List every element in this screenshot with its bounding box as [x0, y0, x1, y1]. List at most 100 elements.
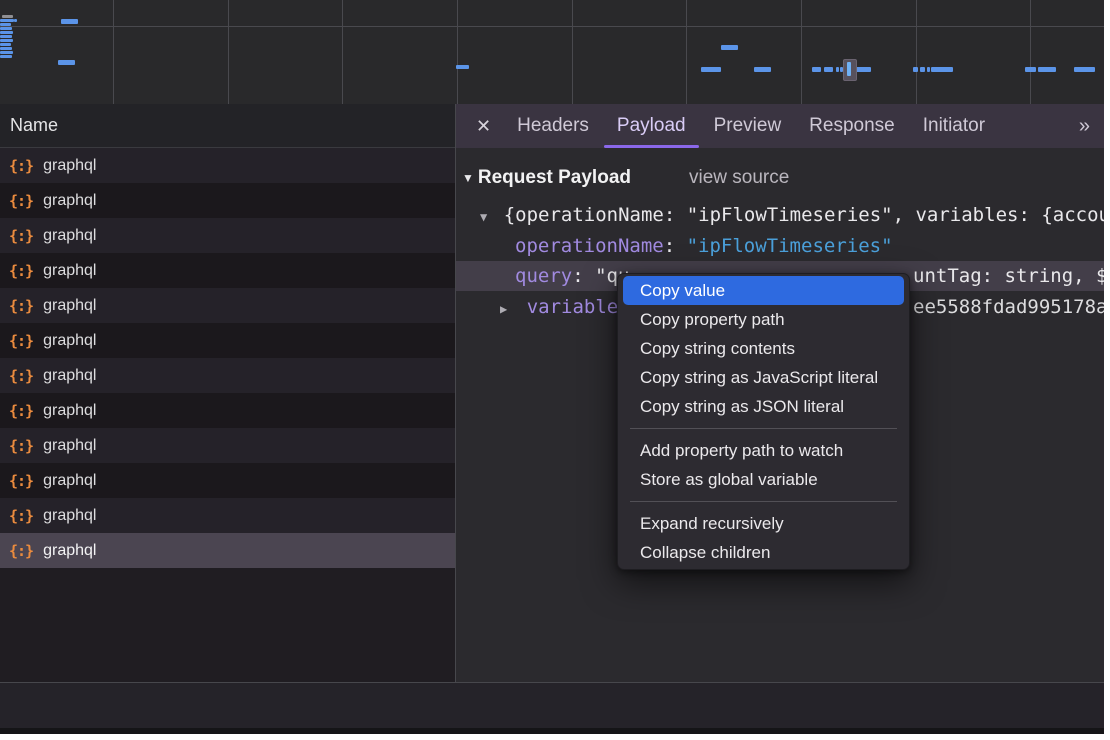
- json-file-icon: {:}: [9, 262, 33, 280]
- json-file-icon: {:}: [9, 507, 33, 525]
- menu-item-expand-recursively[interactable]: Expand recursively: [623, 509, 904, 538]
- timeline-gridline: [916, 0, 917, 104]
- menu-separator: [630, 501, 897, 502]
- menu-item-copy-js-literal[interactable]: Copy string as JavaScript literal: [623, 363, 904, 392]
- menu-item-copy-property-path[interactable]: Copy property path: [623, 305, 904, 334]
- timeline-gridline: [801, 0, 802, 104]
- waterfall-bar: [931, 67, 953, 72]
- menu-item-copy-value[interactable]: Copy value: [623, 276, 904, 305]
- json-file-icon: {:}: [9, 192, 33, 210]
- tab-payload[interactable]: Payload: [617, 104, 686, 148]
- waterfall-bar: [913, 67, 918, 72]
- menu-item-copy-json-literal[interactable]: Copy string as JSON literal: [623, 392, 904, 421]
- waterfall-bar: [1025, 67, 1036, 72]
- waterfall-bar: [0, 31, 13, 34]
- request-row[interactable]: {:} graphql: [0, 218, 455, 253]
- waterfall-bar: [721, 45, 738, 50]
- request-name: graphql: [43, 437, 96, 455]
- waterfall-bar: [920, 67, 925, 72]
- json-file-icon: {:}: [9, 157, 33, 175]
- request-name: graphql: [43, 402, 96, 420]
- collapsed-triangle-icon[interactable]: ▶: [500, 302, 507, 316]
- request-row[interactable]: {:} graphql: [0, 498, 455, 533]
- menu-item-store-global[interactable]: Store as global variable: [623, 465, 904, 494]
- json-file-icon: {:}: [9, 472, 33, 490]
- json-file-icon: {:}: [9, 297, 33, 315]
- bottom-border: [0, 728, 1104, 734]
- request-row[interactable]: {:} graphql: [0, 358, 455, 393]
- waterfall-bar: [0, 51, 13, 54]
- expanded-triangle-icon[interactable]: ▼: [480, 210, 487, 224]
- waterfall-bar: [14, 19, 17, 22]
- request-name: graphql: [43, 297, 96, 315]
- property-value-string: "ipFlowTimeseries": [687, 235, 893, 257]
- waterfall-bar: [812, 67, 821, 72]
- timeline-gridline: [457, 0, 458, 104]
- waterfall-bar: [0, 55, 12, 58]
- request-row[interactable]: {:} graphql: [0, 533, 455, 568]
- request-name: graphql: [43, 367, 96, 385]
- waterfall-bar: [0, 23, 11, 26]
- chevron-double-right-icon: »: [1079, 115, 1088, 138]
- more-tabs-button[interactable]: »: [1079, 104, 1104, 148]
- close-icon: ✕: [476, 116, 491, 137]
- payload-root-row[interactable]: ▼ {operationName: "ipFlowTimeseries", va…: [456, 200, 1104, 230]
- request-payload-section[interactable]: ▼ Request Payload view source: [456, 162, 789, 194]
- request-name: graphql: [43, 157, 96, 175]
- query-value-fragment: untTag: string, $f: [913, 261, 1104, 291]
- name-column-label: Name: [10, 115, 58, 136]
- name-column-header[interactable]: Name: [0, 104, 455, 148]
- tab-response[interactable]: Response: [809, 104, 895, 148]
- property-key: variables: [527, 296, 630, 318]
- waterfall-bar: [754, 67, 771, 72]
- waterfall-bar: [0, 27, 12, 30]
- timeline-gridline: [0, 26, 1104, 27]
- request-name: graphql: [43, 262, 96, 280]
- operation-name-row[interactable]: operationName: "ipFlowTimeseries": [456, 231, 1104, 261]
- request-row[interactable]: {:} graphql: [0, 288, 455, 323]
- request-row[interactable]: {:} graphql: [0, 148, 455, 183]
- request-name: graphql: [43, 192, 96, 210]
- property-key: operationName: [515, 235, 664, 257]
- waterfall-bar: [927, 67, 930, 72]
- selected-request-bar: [847, 62, 851, 76]
- menu-item-collapse-children[interactable]: Collapse children: [623, 538, 904, 567]
- request-row[interactable]: {:} graphql: [0, 183, 455, 218]
- section-collapse-triangle-icon[interactable]: ▼: [462, 171, 474, 185]
- request-row[interactable]: {:} graphql: [0, 393, 455, 428]
- request-name: graphql: [43, 472, 96, 490]
- timeline-gridline: [686, 0, 687, 104]
- menu-item-add-watch[interactable]: Add property path to watch: [623, 436, 904, 465]
- request-row[interactable]: {:} graphql: [0, 463, 455, 498]
- request-row[interactable]: {:} graphql: [0, 323, 455, 358]
- network-overview-waterfall[interactable]: [0, 0, 1104, 105]
- waterfall-bar: [701, 67, 721, 72]
- waterfall-bar: [61, 19, 78, 24]
- tab-preview[interactable]: Preview: [714, 104, 782, 148]
- request-row[interactable]: {:} graphql: [0, 253, 455, 288]
- request-list: {:} graphql {:} graphql {:} graphql {:} …: [0, 148, 455, 682]
- devtools-network-panel: Name {:} graphql {:} graphql {:} graphql…: [0, 0, 1104, 734]
- request-name: graphql: [43, 507, 96, 525]
- request-row[interactable]: {:} graphql: [0, 428, 455, 463]
- tab-headers[interactable]: Headers: [517, 104, 589, 148]
- waterfall-bar: [856, 67, 871, 72]
- variables-value-fragment: ee5588fdad995178a0: [913, 292, 1104, 322]
- waterfall-bar: [2, 15, 13, 18]
- property-key: query: [515, 265, 572, 287]
- tab-initiator[interactable]: Initiator: [923, 104, 985, 148]
- timeline-gridline: [113, 0, 114, 104]
- json-file-icon: {:}: [9, 367, 33, 385]
- timeline-gridline: [572, 0, 573, 104]
- summary-footer: [0, 682, 1104, 734]
- close-detail-button[interactable]: ✕: [456, 104, 503, 148]
- request-name: graphql: [43, 227, 96, 245]
- section-title: Request Payload: [478, 167, 631, 189]
- view-source-link[interactable]: view source: [689, 167, 789, 189]
- menu-item-copy-string-contents[interactable]: Copy string contents: [623, 334, 904, 363]
- waterfall-bar: [836, 67, 839, 72]
- json-file-icon: {:}: [9, 542, 33, 560]
- json-file-icon: {:}: [9, 437, 33, 455]
- menu-separator: [630, 428, 897, 429]
- timeline-gridline: [1030, 0, 1031, 104]
